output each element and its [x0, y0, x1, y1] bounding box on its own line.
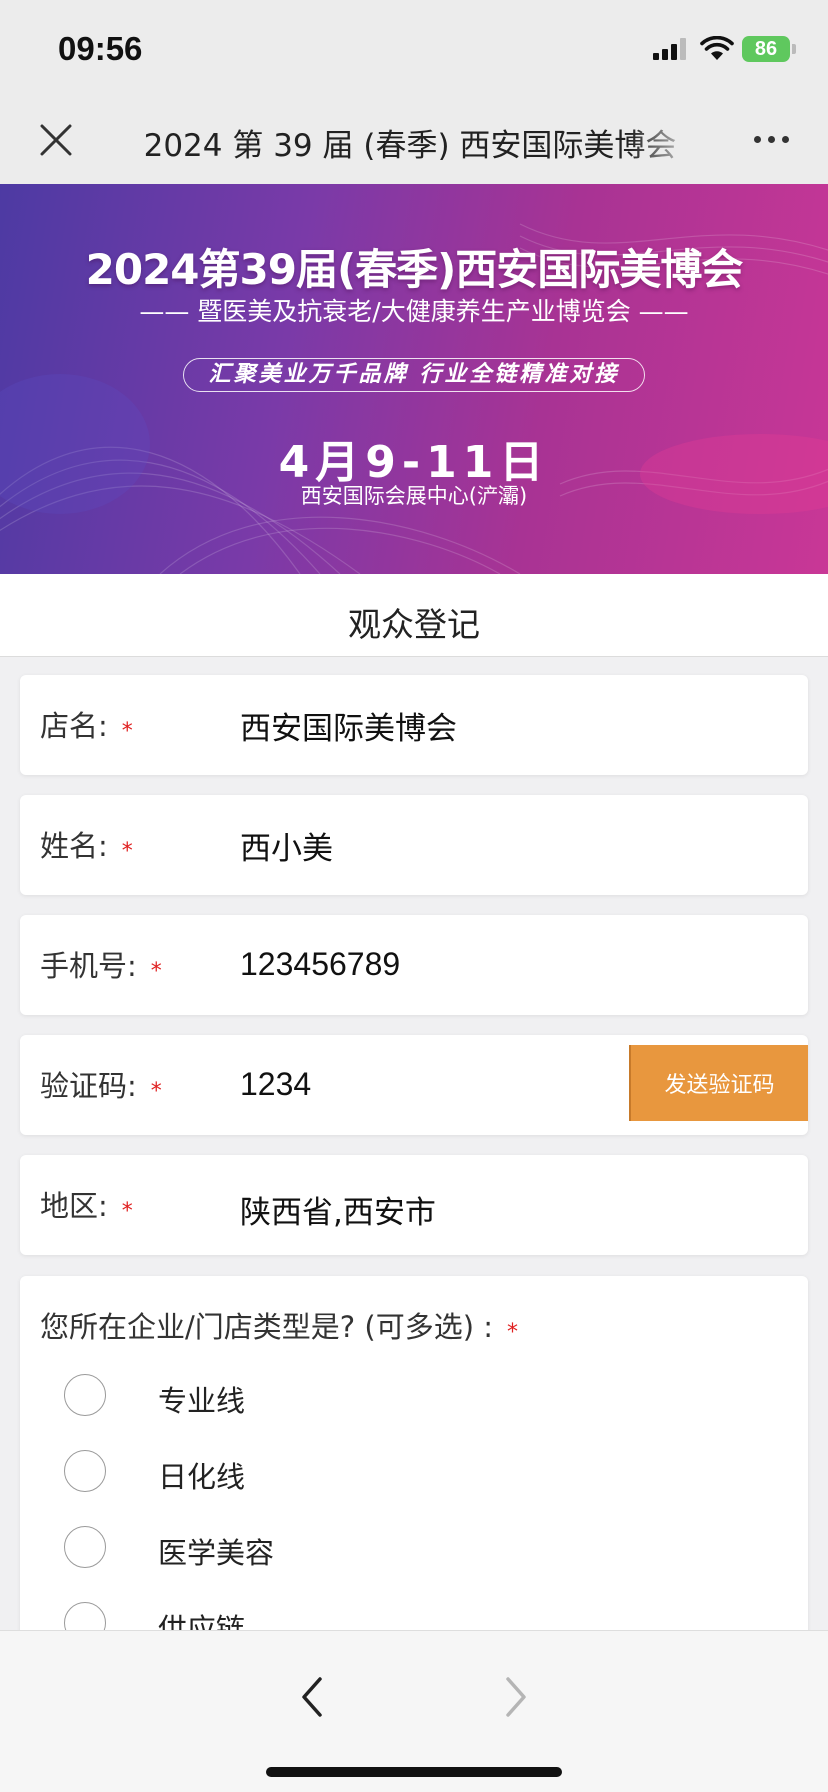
required-mark: *	[150, 1079, 162, 1104]
radio-circle[interactable]	[64, 1526, 106, 1568]
name-input[interactable]	[240, 827, 560, 863]
page: 09:56 86 2024 第 39 届 (春季) 西安国际美博会 2024第3…	[0, 0, 828, 1792]
battery-level: 86	[754, 38, 778, 60]
option-label: 专业线	[158, 1384, 246, 1418]
section-title: 观众登记	[348, 605, 480, 644]
required-mark: *	[150, 959, 162, 984]
wifi-icon	[700, 36, 734, 60]
region-label: 地区: *	[40, 1189, 133, 1224]
event-banner: 2024第39届(春季)西安国际美博会 —— 暨医美及抗衰老/大健康养生产业博览…	[0, 184, 828, 574]
option-label: 医学美容	[158, 1536, 275, 1570]
status-bar: 09:56 86	[0, 0, 828, 92]
section-header: 观众登记	[0, 574, 828, 657]
required-mark: *	[121, 839, 133, 864]
option-daily-chemical-line[interactable]: 日化线	[64, 1446, 664, 1496]
phone-input[interactable]	[240, 946, 560, 983]
send-code-button[interactable]: 发送验证码	[629, 1045, 808, 1121]
name-label: 姓名: *	[40, 829, 133, 864]
more-icon[interactable]	[752, 134, 792, 146]
business-type-question: 您所在企业/门店类型是? (可多选) : *	[40, 1310, 518, 1345]
chevron-right-icon[interactable]	[500, 1675, 532, 1719]
chevron-left-icon[interactable]	[296, 1675, 328, 1719]
status-time: 09:56	[58, 30, 143, 67]
required-mark: *	[507, 1320, 518, 1345]
banner-slogan: 汇聚美业万千品牌 行业全链精准对接	[183, 358, 645, 392]
verification-code-label: 验证码: *	[40, 1069, 162, 1104]
store-name-label: 店名: *	[40, 709, 133, 744]
home-indicator	[266, 1767, 562, 1777]
radio-circle[interactable]	[64, 1450, 106, 1492]
option-label: 日化线	[158, 1460, 246, 1494]
required-mark: *	[121, 719, 133, 744]
option-professional-line[interactable]: 专业线	[64, 1370, 664, 1420]
phone-label: 手机号: *	[40, 949, 162, 984]
region-card: 地区: * 陕西省,西安市	[20, 1155, 808, 1255]
banner-title: 2024第39届(春季)西安国际美博会	[85, 245, 744, 294]
page-title: 2024 第 39 届 (春季) 西安国际美博会	[143, 128, 677, 160]
verification-code-input[interactable]	[240, 1066, 540, 1103]
banner-venue: 西安国际会展中心(浐灞)	[300, 484, 528, 508]
store-name-card: 店名: *	[20, 675, 808, 775]
bottom-toolbar	[0, 1630, 828, 1792]
option-medical-beauty[interactable]: 医学美容	[64, 1522, 664, 1572]
region-select[interactable]: 陕西省,西安市	[240, 1187, 560, 1232]
cellular-signal-icon	[653, 38, 689, 60]
store-name-input[interactable]	[240, 707, 560, 743]
radio-circle[interactable]	[64, 1374, 106, 1416]
battery-icon: 86	[742, 36, 796, 62]
banner-subtitle: —— 暨医美及抗衰老/大健康养生产业博览会 ——	[139, 297, 689, 326]
verification-code-card: 验证码:* 发送验证码	[20, 1035, 808, 1135]
close-icon[interactable]	[38, 122, 74, 158]
phone-card: 手机号: *	[20, 915, 808, 1015]
required-mark: *	[121, 1199, 133, 1224]
name-card: 姓名: *	[20, 795, 808, 895]
